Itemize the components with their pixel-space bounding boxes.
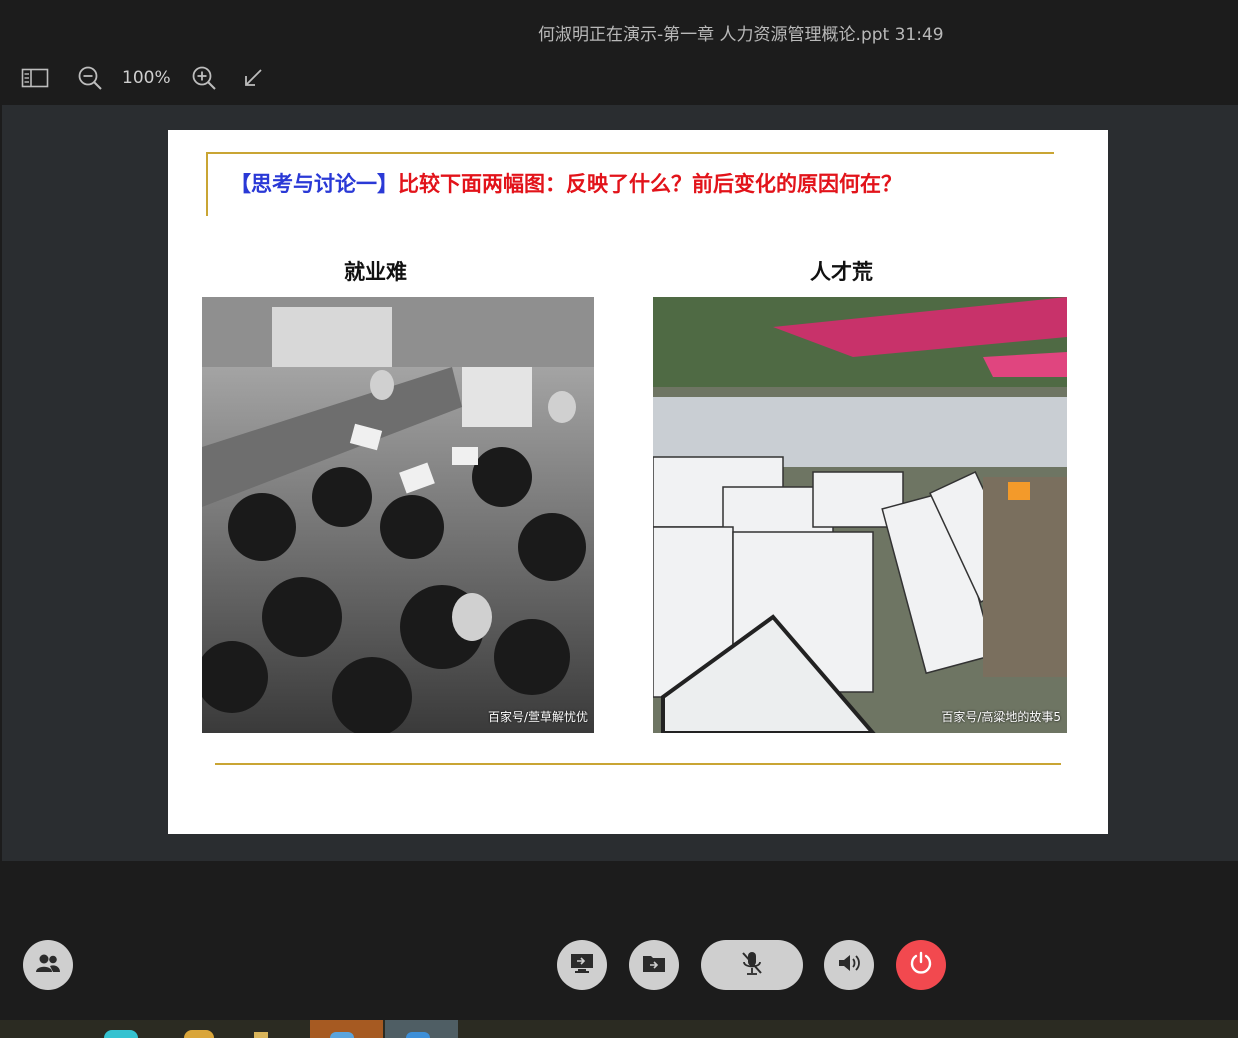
zoom-in-button[interactable]: [189, 66, 219, 94]
speaker-button[interactable]: [824, 940, 874, 990]
slide-top-rule: [206, 152, 1054, 154]
recruitment-boards-photo: 百家号/高粱地的故事5: [653, 297, 1067, 733]
speaker-icon: [837, 952, 861, 978]
toolbar: [0, 58, 1238, 102]
zoom-out-icon: [77, 65, 103, 95]
heading-question: 比较下面两幅图：反映了什么？前后变化的原因何在？: [398, 171, 902, 196]
taskbar-app-icon: [406, 1032, 430, 1038]
zoom-out-button[interactable]: [75, 66, 105, 94]
end-meeting-button[interactable]: [896, 940, 946, 990]
sidebar-icon: [21, 67, 49, 93]
taskbar-app-icon[interactable]: [184, 1030, 214, 1038]
slide-bottom-rule: [215, 763, 1061, 765]
microphone-toggle-button[interactable]: [701, 940, 803, 990]
left-photo-watermark: 百家号/萱草解忧优: [487, 710, 588, 724]
power-icon: [909, 951, 933, 979]
taskbar-app-icon[interactable]: [104, 1030, 138, 1038]
share-screen-button[interactable]: [557, 940, 607, 990]
screen-share-icon: [569, 952, 595, 978]
zoom-level: 100%: [122, 68, 171, 88]
slide: 【思考与讨论一】比较下面两幅图：反映了什么？前后变化的原因何在？ 就业难 人才荒: [168, 130, 1108, 834]
heading-prefix: 【思考与讨论一】: [230, 171, 398, 196]
zoom-in-icon: [191, 65, 217, 95]
right-photo-watermark: 百家号/高粱地的故事5: [941, 710, 1061, 724]
os-taskbar: [0, 1020, 1238, 1038]
arrow-down-left-icon: [242, 67, 264, 93]
slide-heading: 【思考与讨论一】比较下面两幅图：反映了什么？前后变化的原因何在？: [230, 168, 902, 198]
folder-share-icon: [642, 953, 666, 977]
right-caption: 人才荒: [810, 259, 873, 284]
participants-button[interactable]: [23, 940, 73, 990]
slide-left-rule: [206, 152, 208, 216]
microphone-muted-icon: [741, 950, 763, 980]
left-caption: 就业难: [344, 259, 407, 284]
job-seekers-photo: 百家号/萱草解忧优: [202, 297, 594, 733]
users-icon: [35, 952, 61, 978]
taskbar-app-icon[interactable]: [254, 1032, 268, 1038]
exit-fullscreen-button[interactable]: [238, 66, 268, 94]
share-file-button[interactable]: [629, 940, 679, 990]
taskbar-app-icon: [330, 1032, 354, 1038]
window-title: 何淑明正在演示-第一章 人力资源管理概论.ppt 31:49: [538, 25, 944, 45]
sidebar-toggle-button[interactable]: [20, 66, 50, 94]
